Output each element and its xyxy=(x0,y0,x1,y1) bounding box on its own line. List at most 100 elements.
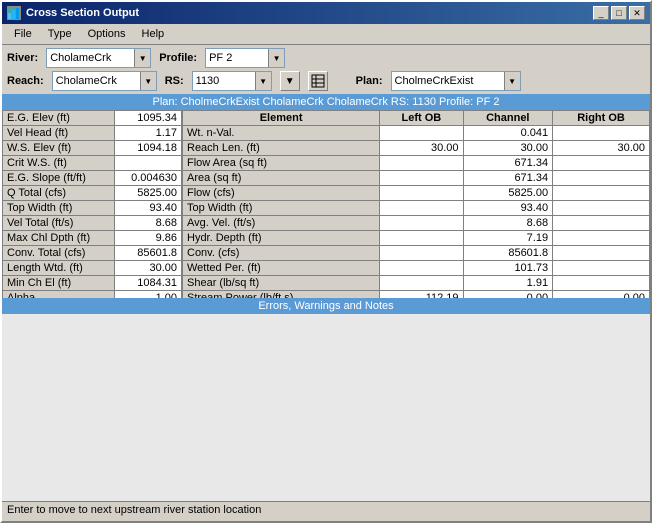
nav-down-button[interactable]: ▼ xyxy=(280,71,300,91)
left-row-value: 1094.18 xyxy=(115,141,182,156)
left-table-row: Alpha1.00 xyxy=(3,291,182,298)
left-row-label: Min Ch El (ft) xyxy=(3,276,115,291)
plan-combo[interactable]: CholmeCrkExist ▼ xyxy=(391,71,521,91)
data-value: 5825.00 xyxy=(463,186,553,201)
left-row-value: 1095.34 xyxy=(115,111,182,126)
data-value xyxy=(380,186,463,201)
right-table-row: Wt. n-Val.0.041 xyxy=(183,126,650,141)
errors-bar: Errors, Warnings and Notes xyxy=(2,298,650,314)
reach-dropdown-arrow[interactable]: ▼ xyxy=(140,72,156,90)
left-table-row: Length Wtd. (ft)30.00 xyxy=(3,261,182,276)
app-icon xyxy=(7,6,21,20)
left-table-row: W.S. Elev (ft)1094.18 xyxy=(3,141,182,156)
right-table-row: Reach Len. (ft)30.0030.0030.00 xyxy=(183,141,650,156)
data-value xyxy=(380,156,463,171)
col-channel: Channel xyxy=(463,111,553,126)
profile-label: Profile: xyxy=(159,52,197,64)
profile-combo[interactable]: PF 2 ▼ xyxy=(205,48,285,68)
element-label: Wetted Per. (ft) xyxy=(183,261,380,276)
left-row-label: Top Width (ft) xyxy=(3,201,115,216)
plan-dropdown-arrow[interactable]: ▼ xyxy=(504,72,520,90)
right-table-row: Top Width (ft)93.40 xyxy=(183,201,650,216)
right-table-row: Conv. (cfs) 85601.8 xyxy=(183,246,650,261)
left-row-value: 1084.31 xyxy=(115,276,182,291)
left-row-label: E.G. Elev (ft) xyxy=(3,111,115,126)
reach-combo[interactable]: CholameCrk ▼ xyxy=(52,71,157,91)
main-content: E.G. Elev (ft)1095.34Vel Head (ft)1.17W.… xyxy=(2,110,650,298)
left-row-value: 0.004630 xyxy=(115,171,182,186)
data-value: 7.19 xyxy=(463,231,553,246)
data-value: 85601.8 xyxy=(463,246,553,261)
left-table-row: Vel Total (ft/s)8.68 xyxy=(3,216,182,231)
title-bar-left: Cross Section Output xyxy=(7,6,139,20)
element-label: Reach Len. (ft) xyxy=(183,141,380,156)
element-label: Avg. Vel. (ft/s) xyxy=(183,216,380,231)
menu-type[interactable]: Type xyxy=(40,26,80,42)
status-bar: Enter to move to next upstream river sta… xyxy=(2,501,650,521)
data-value xyxy=(380,171,463,186)
profile-value: PF 2 xyxy=(206,52,268,64)
left-row-value xyxy=(115,156,182,171)
data-value xyxy=(380,261,463,276)
rs-label: RS: xyxy=(165,75,184,87)
minimize-button[interactable]: _ xyxy=(593,6,609,20)
river-combo[interactable]: CholameCrk ▼ xyxy=(46,48,151,68)
left-row-label: E.G. Slope (ft/ft) xyxy=(3,171,115,186)
menu-file[interactable]: File xyxy=(6,26,40,42)
left-table-row: Crit W.S. (ft) xyxy=(3,156,182,171)
river-dropdown-arrow[interactable]: ▼ xyxy=(134,49,150,67)
reach-value: CholameCrk xyxy=(53,75,140,87)
data-value: 1.91 xyxy=(463,276,553,291)
info-bar: Plan: CholmeCrkExist CholameCrk CholameC… xyxy=(2,94,650,110)
element-label: Shear (lb/sq ft) xyxy=(183,276,380,291)
title-controls: _ □ ✕ xyxy=(593,6,645,20)
left-row-value: 93.40 xyxy=(115,201,182,216)
reach-label: Reach: xyxy=(7,75,44,87)
data-value: 671.34 xyxy=(463,171,553,186)
left-row-value: 5825.00 xyxy=(115,186,182,201)
left-row-label: W.S. Elev (ft) xyxy=(3,141,115,156)
chart-area xyxy=(2,314,650,502)
rs-dropdown-arrow[interactable]: ▼ xyxy=(255,72,271,90)
left-row-label: Max Chl Dpth (ft) xyxy=(3,231,115,246)
nav-table-button[interactable] xyxy=(308,71,328,91)
close-button[interactable]: ✕ xyxy=(629,6,645,20)
right-table-row: Area (sq ft)671.34 xyxy=(183,171,650,186)
left-data-table: E.G. Elev (ft)1095.34Vel Head (ft)1.17W.… xyxy=(2,110,182,298)
left-table-row: Min Ch El (ft)1084.31 xyxy=(3,276,182,291)
left-row-value: 1.00 xyxy=(115,291,182,298)
menu-bar: File Type Options Help xyxy=(2,24,650,45)
data-value: 0.00 xyxy=(463,291,553,298)
toolbar-row2: Reach: CholameCrk ▼ RS: 1130 ▼ ▼ Plan: C… xyxy=(2,71,650,94)
menu-help[interactable]: Help xyxy=(134,26,173,42)
col-right-ob: Right OB xyxy=(553,111,650,126)
element-label: Flow (cfs) xyxy=(183,186,380,201)
data-value: 30.00 xyxy=(553,141,650,156)
rs-value: 1130 xyxy=(193,75,255,87)
data-value xyxy=(380,246,463,261)
left-row-label: Alpha xyxy=(3,291,115,298)
left-table-row: Max Chl Dpth (ft)9.86 xyxy=(3,231,182,246)
element-label: Stream Power (lb/ft s) xyxy=(183,291,380,298)
data-value xyxy=(553,156,650,171)
col-left-ob: Left OB xyxy=(380,111,463,126)
rs-combo[interactable]: 1130 ▼ xyxy=(192,71,272,91)
right-table: Element Left OB Channel Right OB Wt. n-V… xyxy=(182,110,650,298)
plan-label: Plan: xyxy=(356,75,383,87)
data-value: 93.40 xyxy=(463,201,553,216)
toolbar-row1: River: CholameCrk ▼ Profile: PF 2 ▼ xyxy=(2,45,650,71)
profile-dropdown-arrow[interactable]: ▼ xyxy=(268,49,284,67)
data-value xyxy=(380,231,463,246)
left-row-label: Vel Head (ft) xyxy=(3,126,115,141)
data-value xyxy=(380,216,463,231)
left-row-label: Vel Total (ft/s) xyxy=(3,216,115,231)
left-row-label: Conv. Total (cfs) xyxy=(3,246,115,261)
element-label: Conv. (cfs) xyxy=(183,246,380,261)
left-row-value: 8.68 xyxy=(115,216,182,231)
data-value: 0.00 xyxy=(553,291,650,298)
menu-options[interactable]: Options xyxy=(80,26,134,42)
left-row-value: 1.17 xyxy=(115,126,182,141)
left-row-value: 9.86 xyxy=(115,231,182,246)
data-value: 0.041 xyxy=(463,126,553,141)
restore-button[interactable]: □ xyxy=(611,6,627,20)
